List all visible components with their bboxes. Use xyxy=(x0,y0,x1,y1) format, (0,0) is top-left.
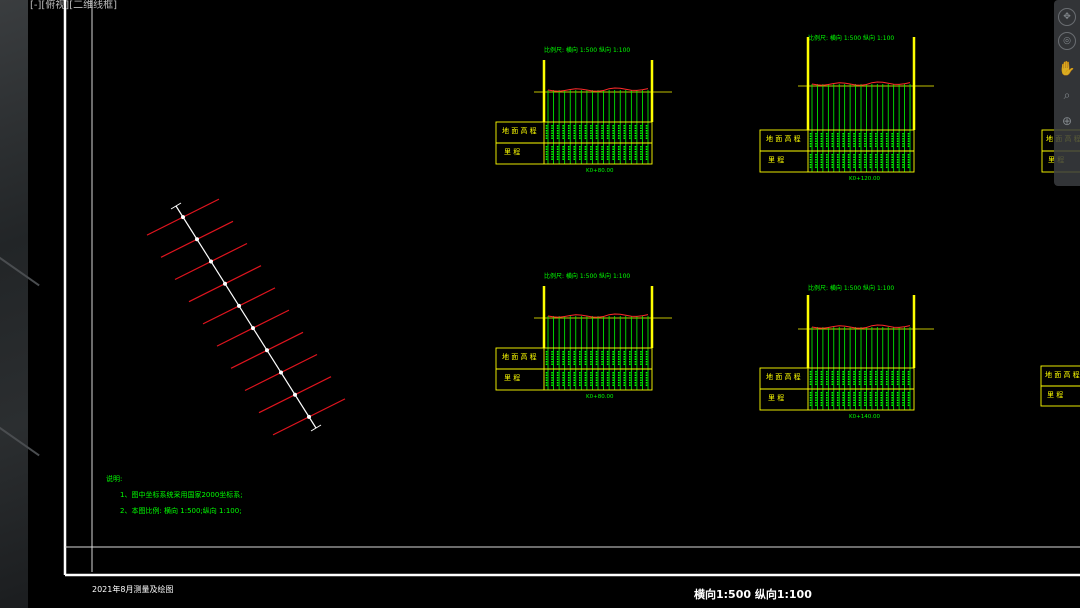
ground-profile xyxy=(547,87,649,92)
pan-icon[interactable]: ✥ xyxy=(1058,8,1076,26)
ground-elevation-label: 地 面 高 程 xyxy=(502,126,537,135)
station-marker xyxy=(209,259,213,264)
cross-sections: 比例尺: 横向 1:500 纵向 1:100地 面 高 程里 程K0+80.00… xyxy=(495,34,1080,420)
footer-date-text: 2021年8月测量及绘图 xyxy=(92,584,173,594)
zoom-icon[interactable]: ⌕ xyxy=(1058,86,1076,104)
station-marker xyxy=(279,370,283,375)
cross-section-1: 比例尺: 横向 1:500 纵向 1:100 地 面 高 程里 程 K0+80.00 xyxy=(495,46,672,174)
notes-line-2: 2、本图比例: 横向 1:500;纵向 1:100; xyxy=(120,506,242,515)
drawing-notes: 说明: 1、图中坐标系统采用国家2000坐标系; 2、本图比例: 横向 1:50… xyxy=(106,474,243,515)
station-label: K0+120.00 xyxy=(849,176,880,182)
station-marker xyxy=(307,414,311,419)
cross-section-3: 比例尺: 横向 1:500 纵向 1:100 地 面 高 程里 程 K0+80.00 xyxy=(495,272,672,400)
mileage-label: 里 程 xyxy=(504,373,520,382)
plan-alignment xyxy=(146,198,346,436)
section-scale-note: 比例尺: 横向 1:500 纵向 1:100 xyxy=(808,284,894,292)
steering-wheel-icon[interactable]: ⊕ xyxy=(1058,112,1076,130)
alignment-start-tick xyxy=(170,202,182,210)
section-scale-note: 比例尺: 横向 1:500 纵向 1:100 xyxy=(808,34,894,42)
mileage-label: 里 程 xyxy=(1047,390,1063,399)
station-label: K0+80.00 xyxy=(586,168,614,174)
section-scale-note: 比例尺: 横向 1:500 纵向 1:100 xyxy=(544,272,630,280)
partial-section-2: 地 面 高 程里 程 xyxy=(1040,365,1080,407)
hand-icon[interactable]: ✋ xyxy=(1058,60,1076,78)
cross-section-2: 比例尺: 横向 1:500 纵向 1:100 地 面 高 程里 程 K0+120.0… xyxy=(759,34,934,182)
ground-elevation-label: 地 面 高 程 xyxy=(766,134,801,143)
navigation-bar[interactable]: ✥ ◎ ✋ ⌕ ⊕ xyxy=(1054,0,1080,186)
orbit-icon[interactable]: ◎ xyxy=(1058,32,1076,50)
cross-section-4: 比例尺: 横向 1:500 纵向 1:100 地 面 高 程里 程 K0+140.0… xyxy=(759,284,934,420)
station-marker xyxy=(293,392,297,397)
mileage-label: 里 程 xyxy=(768,393,784,402)
station-marker xyxy=(237,303,241,308)
ground-profile xyxy=(811,324,911,329)
station-marker xyxy=(223,281,227,286)
ground-elevation-label: 地 面 高 程 xyxy=(1045,370,1080,379)
mileage-label: 里 程 xyxy=(504,147,520,156)
station-marker xyxy=(251,326,255,331)
station-marker xyxy=(195,237,199,242)
notes-line-1: 1、图中坐标系统采用国家2000坐标系; xyxy=(120,490,243,499)
notes-heading: 说明: xyxy=(106,474,122,483)
station-label: K0+80.00 xyxy=(586,394,614,400)
station-marker xyxy=(181,215,185,220)
ground-elevation-label: 地 面 高 程 xyxy=(502,352,537,361)
alignment-end-tick xyxy=(310,424,322,432)
mileage-label: 里 程 xyxy=(768,155,784,164)
station-marker xyxy=(265,348,269,353)
cad-model-space[interactable]: 比例尺: 横向 1:500 纵向 1:100地 面 高 程里 程K0+80.00… xyxy=(0,0,1080,608)
ground-elevation-label: 地 面 高 程 xyxy=(766,372,801,381)
section-scale-note: 比例尺: 横向 1:500 纵向 1:100 xyxy=(544,46,630,54)
footer-scale-text: 横向1:500 纵向1:100 xyxy=(694,587,812,601)
ground-profile xyxy=(547,313,649,318)
ground-profile xyxy=(811,81,911,86)
station-label: K0+140.00 xyxy=(849,414,880,420)
